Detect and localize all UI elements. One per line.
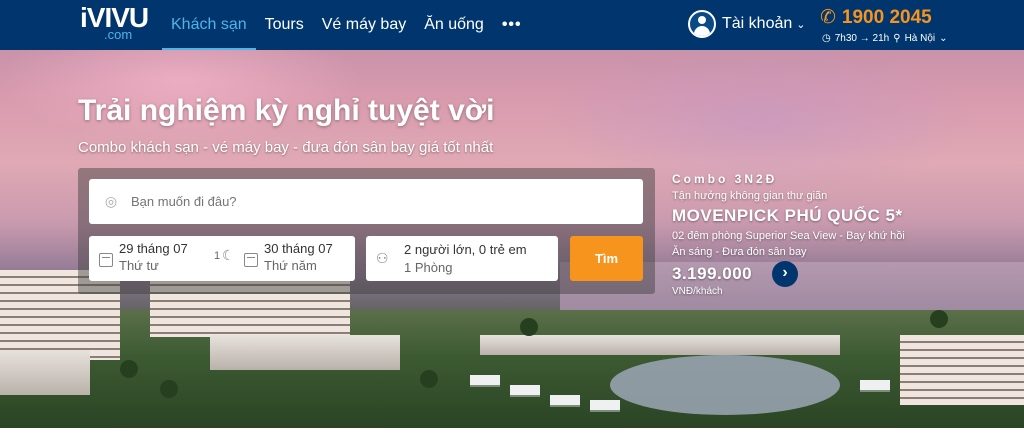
location-pin-icon: ⚲ bbox=[893, 33, 901, 44]
palm-tree bbox=[930, 310, 948, 328]
location-selector[interactable]: Hà Nội bbox=[905, 33, 936, 44]
villa bbox=[860, 380, 890, 390]
destination-input[interactable] bbox=[129, 193, 613, 210]
destination-field[interactable]: ◎ bbox=[89, 179, 643, 224]
clock-icon: ◷ bbox=[822, 33, 831, 44]
ivivu-logo[interactable]: iVIVU .com bbox=[80, 4, 149, 42]
promo-kicker: Combo 3N2Đ bbox=[672, 172, 778, 186]
checkout-date-text: 30 tháng 07 bbox=[264, 241, 333, 256]
hero-headline: Trải nghiệm kỳ nghỉ tuyệt vời bbox=[78, 94, 495, 127]
checkin-date[interactable]: 29 tháng 07 Thứ tư bbox=[99, 241, 188, 273]
hotline-number: 1900 2045 bbox=[841, 7, 932, 28]
guests-text: 2 người lớn, 0 trẻ em bbox=[404, 242, 527, 257]
date-picker[interactable]: 29 tháng 07 Thứ tư 1 ☾ 30 tháng 07 Thứ n… bbox=[89, 236, 355, 281]
hero-subline: Combo khách sạn - vé máy bay - đưa đón s… bbox=[78, 139, 494, 156]
account-menu[interactable]: Tài khoản ⌄ bbox=[688, 10, 805, 38]
hotel-building bbox=[210, 335, 400, 370]
search-button[interactable]: Tìm bbox=[570, 236, 643, 281]
top-navigation-bar: iVIVU .com Khách sạn Tours Vé máy bay Ăn… bbox=[0, 0, 1024, 50]
villa bbox=[470, 375, 500, 385]
guests-selector[interactable]: ⚇ 2 người lớn, 0 trẻ em 1 Phòng bbox=[366, 236, 558, 281]
checkout-date[interactable]: 30 tháng 07 Thứ năm bbox=[244, 241, 333, 273]
phone-icon: ✆ bbox=[820, 7, 836, 28]
nights-count: 1 bbox=[214, 250, 221, 262]
hotel-building bbox=[480, 335, 840, 355]
hotline[interactable]: ✆ 1900 2045 bbox=[820, 6, 932, 29]
promo-detail: Ăn sáng - Đưa đón sân bay bbox=[672, 246, 807, 258]
promo-next-arrow-icon[interactable]: › bbox=[772, 261, 798, 287]
nav-item-tours[interactable]: Tours bbox=[256, 0, 313, 50]
palm-tree bbox=[120, 360, 138, 378]
promo-hotel-name: MOVENPICK PHÚ QUỐC 5* bbox=[672, 206, 903, 225]
main-nav: Khách sạn Tours Vé máy bay Ăn uống ••• bbox=[162, 0, 531, 50]
opening-hours: ◷ 7h30 → 21h ⚲ Hà Nội ⌄ bbox=[822, 33, 948, 44]
villa bbox=[590, 400, 620, 410]
hours-text: 7h30 → 21h bbox=[834, 33, 890, 44]
villa bbox=[550, 395, 580, 405]
map-pin-icon: ◎ bbox=[104, 193, 118, 209]
checkin-day-text: Thứ tư bbox=[119, 258, 159, 273]
nav-item-flights[interactable]: Vé máy bay bbox=[313, 0, 415, 50]
more-menu-icon[interactable]: ••• bbox=[493, 0, 531, 50]
account-label: Tài khoản bbox=[722, 15, 793, 32]
palm-tree bbox=[160, 380, 178, 398]
palm-tree bbox=[520, 318, 538, 336]
moon-icon: ☾ bbox=[222, 247, 235, 263]
calendar-icon bbox=[244, 253, 258, 267]
lagoon bbox=[610, 355, 840, 415]
hotel-building bbox=[900, 335, 1024, 405]
villa bbox=[510, 385, 540, 395]
checkout-day-text: Thứ năm bbox=[264, 258, 317, 273]
people-icon: ⚇ bbox=[376, 250, 389, 266]
hotel-building bbox=[0, 350, 90, 395]
checkin-date-text: 29 tháng 07 bbox=[119, 241, 188, 256]
promo-price-unit: VNĐ/khách bbox=[672, 286, 723, 297]
promo-detail: 02 đêm phòng Superior Sea View - Bay khứ… bbox=[672, 230, 905, 242]
nav-item-dining[interactable]: Ăn uống bbox=[415, 0, 493, 50]
user-avatar-icon bbox=[688, 10, 716, 38]
search-panel: ◎ 29 tháng 07 Thứ tư 1 ☾ 30 tháng 07 Thứ… bbox=[78, 168, 655, 294]
calendar-icon bbox=[99, 253, 113, 267]
chevron-down-icon: ⌄ bbox=[796, 18, 806, 31]
promo-tagline: Tận hưởng không gian thư giãn bbox=[672, 190, 828, 202]
palm-tree bbox=[420, 370, 438, 388]
nav-item-hotels[interactable]: Khách sạn bbox=[162, 0, 256, 50]
rooms-text: 1 Phòng bbox=[404, 260, 453, 275]
chevron-down-icon: ⌄ bbox=[939, 33, 948, 44]
